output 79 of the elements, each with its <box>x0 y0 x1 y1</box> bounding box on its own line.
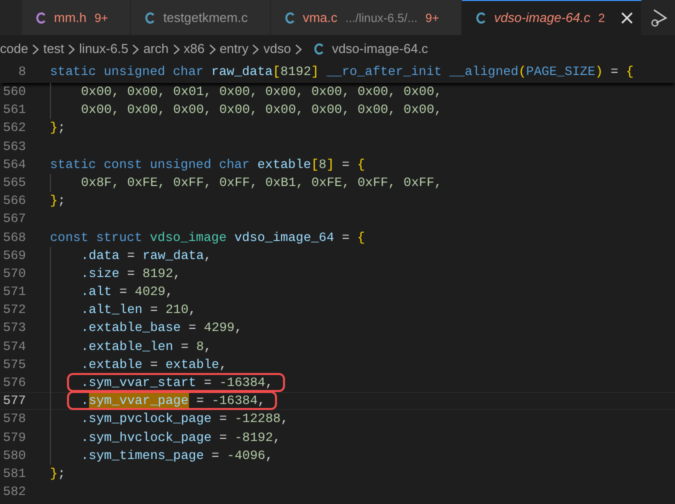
line-number: 573 <box>2 319 26 338</box>
code-line: }; <box>50 193 66 208</box>
line-number: 582 <box>2 483 26 502</box>
breadcrumb-item[interactable]: x86 <box>184 39 205 59</box>
breadcrumb-item[interactable]: arch <box>143 39 169 59</box>
code-line: 0x00, 0x00, 0x01, 0x00, 0x00, 0x00, 0x00, 0x00, <box>81 84 442 99</box>
chevron-icon <box>32 44 40 54</box>
line-number: 8 <box>17 63 26 81</box>
code-line: .extable_base = 4299, <box>81 320 242 336</box>
chevron-icon <box>68 44 76 54</box>
code-line: }; <box>50 466 66 481</box>
code-line: .sym_hvclock_page = -8192, <box>81 430 281 445</box>
close-icon[interactable] <box>620 12 633 24</box>
editor-tab[interactable]: vma.c .../linux-6.5/... 9+ <box>270 0 462 35</box>
chevron-icon <box>294 44 302 54</box>
boxed-code-line: .sym_vvar_start = -16384, <box>69 375 284 390</box>
tab-label: vma.c <box>302 9 338 28</box>
code-line: .extable_len = 8, <box>81 338 212 354</box>
problem-count: 2 <box>598 10 605 27</box>
editor-tab[interactable]: mm.h 9+ <box>22 0 132 35</box>
c-file-icon <box>145 12 156 24</box>
line-number: 571 <box>2 283 26 302</box>
c-file-icon <box>284 12 295 24</box>
line-number: 580 <box>2 446 26 465</box>
line-number: 565 <box>2 174 26 192</box>
line-number: 572 <box>2 301 26 320</box>
code-line: 0x8F, 0xFE, 0xFF, 0xFF, 0xB1, 0xFE, 0xFF, 0xFF, <box>81 174 442 190</box>
chevron-icon <box>208 44 216 54</box>
problem-count: 9+ <box>425 10 440 27</box>
line-number: 574 <box>2 338 26 356</box>
code-line: 0x00, 0x00, 0x00, 0x00, 0x00, 0x00, 0x00, 0x00, <box>81 102 442 118</box>
boxed-code-line: .sym_vvar_page = -16384, <box>69 393 276 408</box>
line-number: 560 <box>2 83 26 101</box>
line-number: 576 <box>2 374 26 392</box>
line-number: 568 <box>2 228 26 246</box>
code-line: static unsigned char raw_data[8192] __ro_after_init __aligned(PAGE_SIZE) = { <box>50 64 634 79</box>
code-line: .sym_pvclock_page = -12288, <box>81 411 288 426</box>
line-number: 581 <box>2 464 26 483</box>
editor-tab[interactable]: vdso-image-64.c 2 <box>462 0 642 35</box>
c-file-icon <box>476 12 486 24</box>
chevron-icon <box>252 44 260 54</box>
code-line: const struct vdso_image vdso_image_64 = { <box>50 230 365 244</box>
code-line: .alt_len = 210, <box>81 302 196 318</box>
chevron-icon <box>172 44 180 54</box>
breadcrumb-item[interactable]: vdso-image-64.c <box>332 39 428 59</box>
line-number: 562 <box>2 119 26 138</box>
tab-path: .../linux-6.5/... <box>345 10 418 27</box>
code-line: .extable = extable, <box>81 356 227 372</box>
line-number: 578 <box>2 410 26 428</box>
breadcrumb-item[interactable]: code <box>0 39 28 59</box>
code-line: .alt = 4029, <box>81 284 174 300</box>
tab-label: vdso-image-64.c <box>494 9 590 28</box>
line-number: 575 <box>2 356 26 374</box>
c-file-icon <box>314 43 324 55</box>
code-line: .data = raw_data, <box>81 248 212 263</box>
line-number: 564 <box>2 156 26 174</box>
editor-tab[interactable]: testgetkmem.c <box>131 0 271 35</box>
code-line: .size = 8192, <box>81 266 181 281</box>
line-number: 577 <box>2 392 26 410</box>
line-number: 569 <box>2 246 26 265</box>
breadcrumb-item[interactable]: entry <box>220 39 248 59</box>
line-number: 561 <box>2 101 26 120</box>
tab-label: testgetkmem.c <box>163 9 248 28</box>
code-line: }; <box>50 120 66 136</box>
run-debug-icon[interactable] <box>650 8 670 28</box>
code-line: .sym_timens_page = -4096, <box>81 448 274 463</box>
code-line: static const unsigned char extable[8] = { <box>50 156 365 172</box>
line-number: 566 <box>2 192 26 210</box>
chevron-icon <box>132 44 140 54</box>
breadcrumb-item[interactable]: linux-6.5 <box>79 39 128 59</box>
line-number: 570 <box>2 264 26 283</box>
breadcrumb-item[interactable]: vdso <box>263 39 291 59</box>
c-file-icon <box>36 12 46 24</box>
tab-label: mm.h <box>54 9 86 28</box>
line-number: 579 <box>2 428 26 447</box>
line-number: 563 <box>2 138 26 156</box>
problem-count: 9+ <box>94 10 108 27</box>
breadcrumb-item[interactable]: test <box>43 39 64 59</box>
line-number: 567 <box>2 210 26 228</box>
